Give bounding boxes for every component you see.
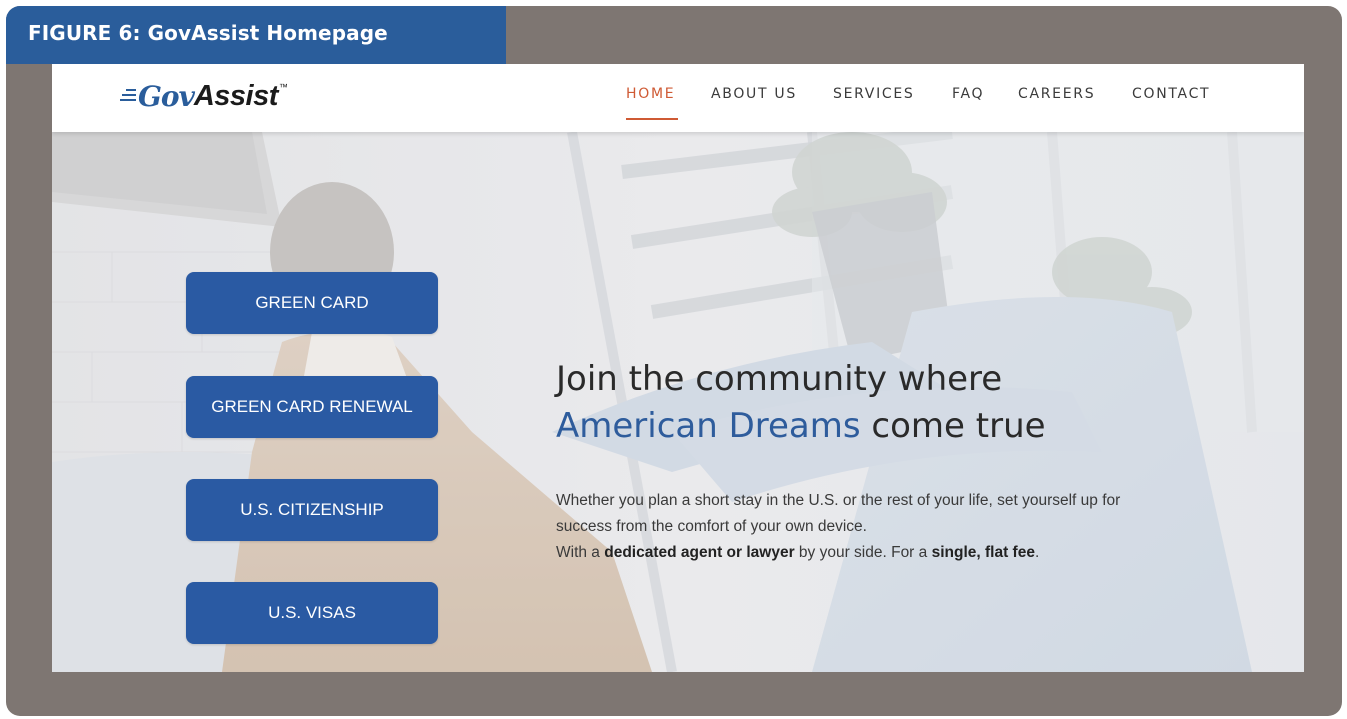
description-text: With a bbox=[556, 544, 605, 561]
description-line-1: Whether you plan a short stay in the U.S… bbox=[556, 492, 1121, 509]
us-visas-button[interactable]: U.S. VISAS bbox=[186, 582, 438, 644]
nav-active-indicator bbox=[626, 118, 678, 120]
figure-frame: FIGURE 6: GovAssist Homepage GREEN CARD … bbox=[6, 6, 1342, 716]
nav-careers[interactable]: CAREERS bbox=[1018, 86, 1095, 102]
us-citizenship-button[interactable]: U.S. CITIZENSHIP bbox=[186, 479, 438, 541]
description-bold-fee: single, flat fee bbox=[931, 544, 1035, 561]
headline-highlight: American Dreams bbox=[556, 406, 861, 446]
hero-description: Whether you plan a short stay in the U.S… bbox=[556, 488, 1256, 566]
description-text: by your side. For a bbox=[794, 544, 932, 561]
nav-contact[interactable]: CONTACT bbox=[1132, 86, 1210, 102]
nav-services[interactable]: SERVICES bbox=[833, 86, 915, 102]
headline-line-2-rest: come true bbox=[860, 406, 1046, 446]
green-card-renewal-button[interactable]: GREEN CARD RENEWAL bbox=[186, 376, 438, 438]
description-text: . bbox=[1034, 544, 1040, 561]
hero-section: GREEN CARD GREEN CARD RENEWAL U.S. CITIZ… bbox=[52, 132, 1304, 672]
green-card-button[interactable]: GREEN CARD bbox=[186, 272, 438, 334]
figure-caption: FIGURE 6: GovAssist Homepage bbox=[6, 6, 506, 64]
main-nav: HOME ABOUT US SERVICES FAQ CAREERS CONTA… bbox=[52, 64, 1304, 132]
headline-line-2: American Dreams come true bbox=[556, 403, 1256, 450]
website-screenshot: GREEN CARD GREEN CARD RENEWAL U.S. CITIZ… bbox=[52, 64, 1304, 672]
headline-line-1: Join the community where bbox=[556, 359, 1003, 399]
description-bold-agent: dedicated agent or lawyer bbox=[604, 544, 795, 561]
nav-about-us[interactable]: ABOUT US bbox=[711, 86, 797, 102]
description-line-2: success from the comfort of your own dev… bbox=[556, 518, 867, 535]
site-header: Gov Assist ™ HOME ABOUT US SERVICES FAQ … bbox=[52, 64, 1304, 132]
nav-home[interactable]: HOME bbox=[626, 86, 675, 102]
description-line-3: With a dedicated agent or lawyer by your… bbox=[556, 540, 1256, 566]
hero-headline: Join the community where American Dreams… bbox=[556, 356, 1256, 450]
figure-caption-text: FIGURE 6: GovAssist Homepage bbox=[28, 21, 388, 45]
nav-faq[interactable]: FAQ bbox=[952, 86, 984, 102]
